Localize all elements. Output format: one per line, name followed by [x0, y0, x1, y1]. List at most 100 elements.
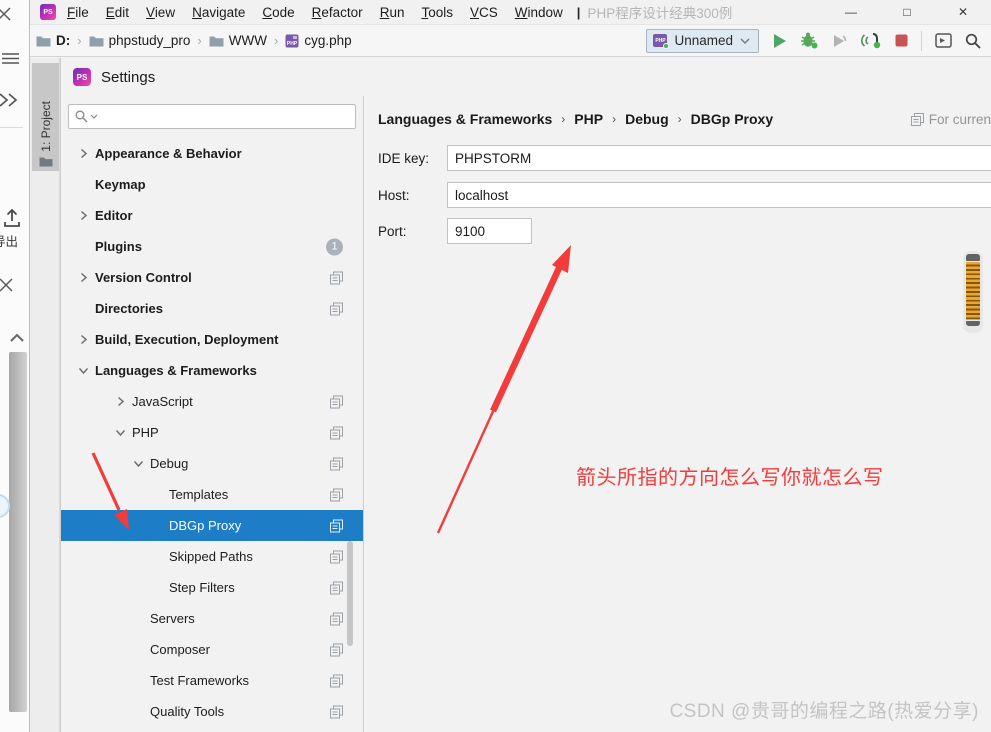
breadcrumb-separator: ›: [678, 112, 682, 126]
settings-breadcrumb-item[interactable]: Debug: [625, 111, 669, 127]
tree-item-dbgp-proxy[interactable]: DBGp Proxy: [61, 510, 363, 541]
folder-icon: [89, 35, 104, 47]
tree-item-label: Skipped Paths: [169, 549, 253, 564]
tree-scrollbar[interactable]: [347, 541, 353, 646]
menu-code[interactable]: Code: [262, 5, 294, 20]
chevron-down-icon: [740, 38, 750, 44]
close-icon[interactable]: [0, 6, 12, 22]
settings-content: Languages & Frameworks›PHP›Debug›DBGp Pr…: [364, 96, 991, 732]
window-controls: — □ ✕: [823, 0, 991, 25]
port-label: Port:: [378, 224, 407, 239]
settings-breadcrumb-item[interactable]: PHP: [574, 111, 603, 127]
tree-item-version-control[interactable]: Version Control: [61, 262, 363, 293]
debug-icon[interactable]: [800, 32, 818, 49]
tree-item-skipped-paths[interactable]: Skipped Paths: [61, 541, 363, 572]
tree-item-label: Test Frameworks: [150, 673, 249, 688]
project-level-icon: [330, 612, 343, 625]
host-input[interactable]: [447, 182, 991, 208]
run-config-selector[interactable]: PHP Unnamed: [646, 29, 759, 53]
folder-icon: [36, 35, 51, 47]
menu-file[interactable]: File: [67, 5, 89, 20]
tree-item-test-frameworks[interactable]: Test Frameworks: [61, 665, 363, 696]
menu-view[interactable]: View: [146, 5, 175, 20]
tree-item-label: Servers: [150, 611, 195, 626]
project-level-icon: [330, 426, 343, 439]
double-chevron-right-icon[interactable]: [0, 92, 20, 108]
ide-key-input[interactable]: [447, 145, 991, 171]
hamburger-menu-icon[interactable]: [2, 52, 19, 65]
navbar-breadcrumb: D:›phpstudy_pro›WWW›PHPcyg.php: [36, 33, 352, 48]
menu-edit[interactable]: Edit: [106, 5, 129, 20]
help-menu-partial[interactable]: |: [577, 5, 581, 20]
scroll-up-icon[interactable]: [9, 333, 25, 343]
breadcrumb-item[interactable]: WWW: [209, 33, 267, 48]
maximize-button[interactable]: □: [879, 0, 935, 25]
folder-icon: [39, 156, 53, 167]
run-with-coverage-icon[interactable]: [831, 33, 847, 49]
tree-item-build-execution-deployment[interactable]: Build, Execution, Deployment: [61, 324, 363, 355]
tree-item-label: Build, Execution, Deployment: [95, 332, 278, 347]
search-everywhere-icon[interactable]: [965, 33, 981, 49]
menu-tools[interactable]: Tools: [421, 5, 453, 20]
stop-icon[interactable]: [895, 34, 908, 47]
breadcrumb-separator: ›: [77, 33, 81, 48]
breadcrumb-item[interactable]: phpstudy_pro: [89, 33, 191, 48]
breadcrumb-separator: ›: [612, 112, 616, 126]
settings-breadcrumb-item[interactable]: Languages & Frameworks: [378, 111, 552, 127]
tree-item-label: Debug: [150, 456, 188, 471]
project-level-icon: [330, 705, 343, 718]
search-input[interactable]: [100, 109, 349, 124]
settings-header: PS Settings: [61, 58, 991, 96]
tree-item-servers[interactable]: Servers: [61, 603, 363, 634]
project-tool-window-tab[interactable]: 1: Project: [32, 63, 59, 171]
phpstorm-window: PS File Edit View Navigate Code Refactor Run To…: [29, 0, 991, 732]
tree-item-label: JavaScript: [132, 394, 193, 409]
tree-item-directories[interactable]: Directories: [61, 293, 363, 324]
menu-run[interactable]: Run: [380, 5, 405, 20]
page-side-toolbar: 导出: [0, 0, 29, 732]
settings-tree: Appearance & BehaviorKeymapEditorPlugins…: [61, 138, 363, 732]
project-level-icon: [330, 395, 343, 408]
close-button[interactable]: ✕: [935, 0, 991, 25]
php-file-icon: PHP: [285, 34, 299, 48]
tree-item-composer[interactable]: Composer: [61, 634, 363, 665]
tree-item-label: Composer: [150, 642, 210, 657]
listen-debug-connections-icon[interactable]: [860, 32, 882, 49]
tree-item-plugins[interactable]: Plugins1: [61, 231, 363, 262]
page-scrollbar[interactable]: [9, 352, 27, 712]
settings-breadcrumb-item[interactable]: DBGp Proxy: [691, 111, 773, 127]
chevron-right-icon: [114, 395, 127, 408]
settings-search-box[interactable]: [68, 104, 356, 129]
close-icon[interactable]: [0, 277, 14, 293]
phpstorm-logo: PS: [40, 4, 56, 20]
breadcrumb-item[interactable]: PHPcyg.php: [285, 33, 351, 48]
menu-window[interactable]: Window: [515, 5, 563, 20]
menu-refactor[interactable]: Refactor: [312, 5, 363, 20]
export-label: 导出: [0, 231, 27, 250]
tree-item-editor[interactable]: Editor: [61, 200, 363, 231]
menu-vcs[interactable]: VCS: [470, 5, 498, 20]
breadcrumb-item[interactable]: D:: [36, 33, 70, 48]
tool-window-icon[interactable]: [935, 33, 952, 48]
tree-item-javascript[interactable]: JavaScript: [61, 386, 363, 417]
export-icon[interactable]: [3, 209, 21, 228]
tree-item-label: Directories: [95, 301, 163, 316]
tree-item-debug[interactable]: Debug: [61, 448, 363, 479]
tree-item-step-filters[interactable]: Step Filters: [61, 572, 363, 603]
tree-item-label: Plugins: [95, 239, 142, 254]
tree-item-label: PHP: [132, 425, 159, 440]
tree-item-appearance-behavior[interactable]: Appearance & Behavior: [61, 138, 363, 169]
run-icon[interactable]: [772, 33, 787, 49]
minimize-button[interactable]: —: [823, 0, 879, 25]
chevron-right-icon: [77, 271, 90, 284]
tree-item-keymap[interactable]: Keymap: [61, 169, 363, 200]
port-input[interactable]: [447, 218, 532, 244]
menu-navigate[interactable]: Navigate: [192, 5, 245, 20]
striped-scrollbar-thumb[interactable]: [963, 251, 983, 333]
tree-item-languages-frameworks[interactable]: Languages & Frameworks: [61, 355, 363, 386]
tree-item-php[interactable]: PHP: [61, 417, 363, 448]
tree-item-templates[interactable]: Templates: [61, 479, 363, 510]
tree-item-quality-tools[interactable]: Quality Tools: [61, 696, 363, 727]
tree-item-label: Templates: [169, 487, 228, 502]
toolbar-separator: [921, 31, 922, 51]
